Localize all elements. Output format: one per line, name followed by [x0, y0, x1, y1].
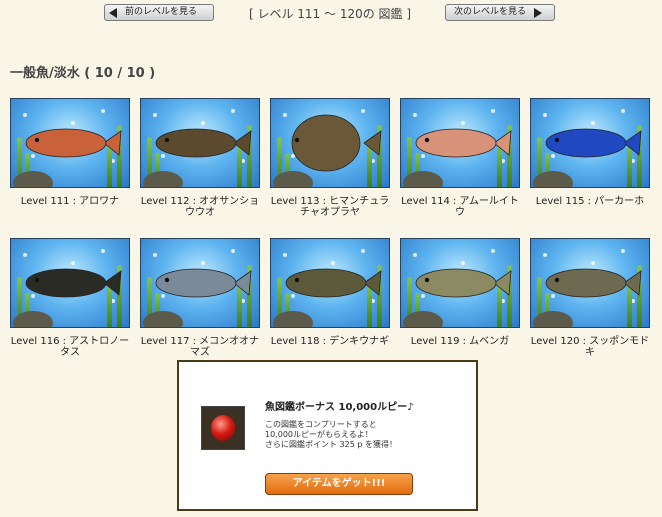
fish-icon — [155, 128, 252, 158]
fish-caption: Level 112 : オオサンショウウオ — [140, 196, 260, 218]
fish-card[interactable]: Level 114 : アムールイトウ — [400, 98, 520, 218]
get-item-button[interactable]: アイテムをゲット!!! — [265, 473, 413, 495]
next-level-button[interactable]: 次のレベルを見る — [445, 4, 555, 21]
fish-card[interactable]: Level 118 : デンキウナギ — [270, 238, 390, 347]
fish-card[interactable]: Level 111 : アロワナ — [10, 98, 130, 207]
fish-icon — [415, 268, 512, 298]
fish-caption: Level 118 : デンキウナギ — [270, 336, 390, 347]
fish-card[interactable]: Level 117 : メコンオオナマズ — [140, 238, 260, 358]
fish-icon — [155, 268, 252, 298]
bonus-desc-line: 10,000ルピーがもらえるよ！ — [265, 430, 373, 439]
fish-thumbnail[interactable] — [140, 98, 260, 188]
fish-caption: Level 120 : スッポンモドキ — [530, 336, 650, 358]
fish-card[interactable]: Level 112 : オオサンショウウオ — [140, 98, 260, 218]
fish-icon — [291, 114, 382, 172]
fish-thumbnail[interactable] — [10, 98, 130, 188]
fish-thumbnail[interactable] — [10, 238, 130, 328]
bonus-box: 魚図鑑ボーナス 10,000ルピー♪ この図鑑をコンプリートすると 10,000… — [177, 360, 478, 511]
bonus-desc-line: この図鑑をコンプリートすると — [265, 420, 377, 429]
level-range-title: [ レベル 111 〜 120の 図鑑 ] — [248, 7, 412, 21]
fish-caption: Level 113 : ヒマンチュラチャオプラヤ — [270, 196, 390, 218]
fish-thumbnail[interactable] — [400, 238, 520, 328]
bonus-desc-line: さらに図鑑ポイント 325 p を獲得！ — [265, 440, 397, 449]
fish-caption: Level 117 : メコンオオナマズ — [140, 336, 260, 358]
fish-icon — [415, 128, 512, 158]
fish-thumbnail[interactable] — [140, 238, 260, 328]
fish-card[interactable]: Level 120 : スッポンモドキ — [530, 238, 650, 358]
fish-card[interactable]: Level 113 : ヒマンチュラチャオプラヤ — [270, 98, 390, 218]
prev-level-button[interactable]: 前のレベルを見る — [104, 4, 214, 21]
fish-thumbnail[interactable] — [270, 238, 390, 328]
fish-icon — [25, 268, 122, 298]
fish-caption: Level 119 : ムベンガ — [410, 336, 510, 347]
fish-icon — [285, 268, 382, 298]
fish-caption: Level 116 : アストロノータス — [10, 336, 130, 358]
fish-icon — [545, 268, 642, 298]
fish-card[interactable]: Level 116 : アストロノータス — [10, 238, 130, 358]
fish-thumbnail[interactable] — [400, 98, 520, 188]
bonus-title: 魚図鑑ボーナス 10,000ルピー♪ — [265, 402, 414, 413]
fish-card[interactable]: Level 119 : ムベンガ — [400, 238, 520, 347]
fish-caption: Level 114 : アムールイトウ — [401, 196, 519, 218]
fish-icon — [25, 128, 122, 158]
arrow-right-icon — [534, 7, 543, 18]
fish-caption: Level 115 : パーカーホ — [535, 196, 645, 207]
fish-thumbnail[interactable] — [270, 98, 390, 188]
bonus-description: この図鑑をコンプリートすると 10,000ルピーがもらえるよ！ さらに図鑑ポイン… — [265, 420, 465, 450]
ruby-gem-icon — [201, 406, 245, 450]
fish-caption: Level 111 : アロワナ — [20, 196, 120, 207]
prev-level-label: 前のレベルを見る — [125, 7, 198, 17]
arrow-left-icon — [109, 7, 117, 18]
fish-card[interactable]: Level 115 : パーカーホ — [530, 98, 650, 207]
next-level-label: 次のレベルを見る — [454, 7, 527, 17]
fish-thumbnail[interactable] — [530, 98, 650, 188]
fish-thumbnail[interactable] — [530, 238, 650, 328]
section-title: 一般魚/淡水 ( 10 / 10 ) — [10, 66, 156, 81]
fish-icon — [545, 128, 642, 158]
